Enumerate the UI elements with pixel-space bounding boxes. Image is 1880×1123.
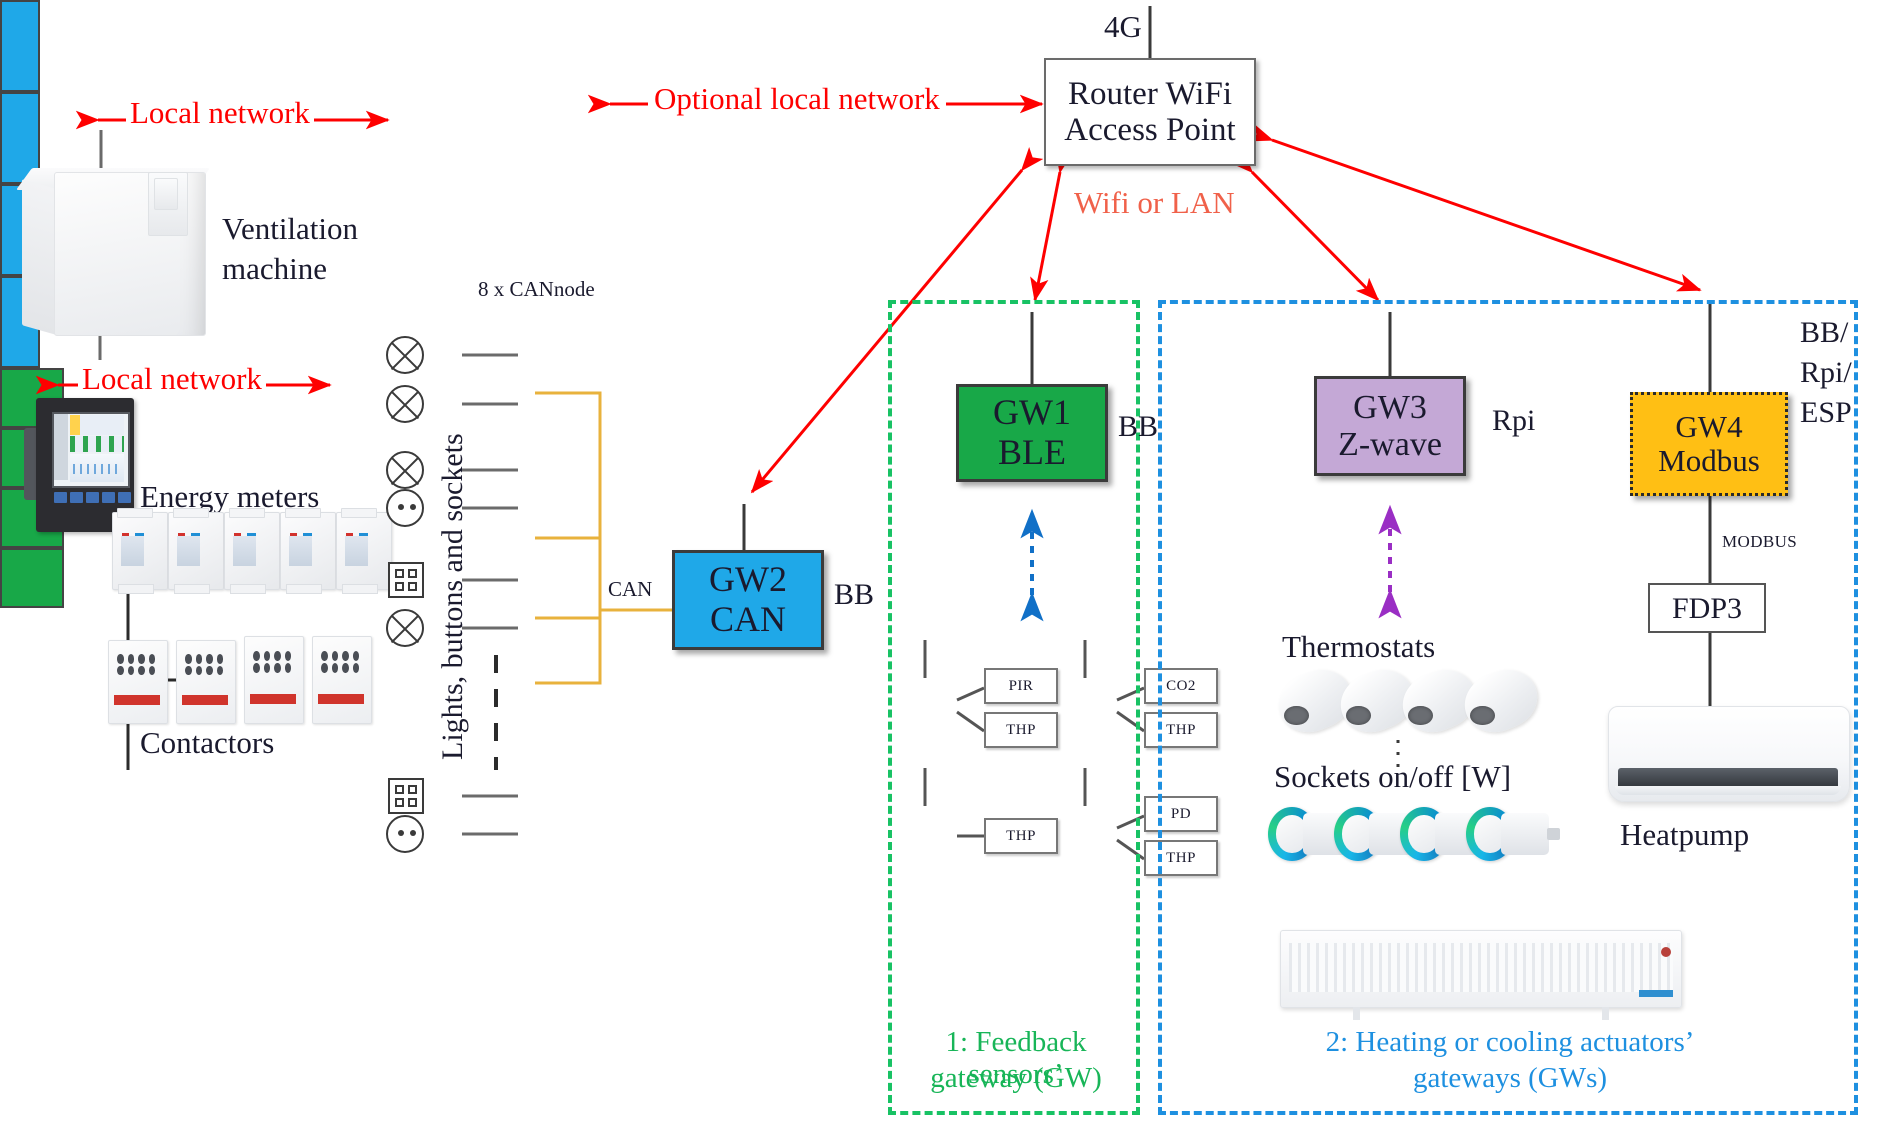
contactors-label: Contactors bbox=[140, 725, 275, 760]
gw1-label-line1: GW1 bbox=[993, 392, 1071, 433]
lamp-icon bbox=[386, 609, 424, 647]
gateway-gw1-ble[interactable]: GW1 BLE bbox=[956, 384, 1108, 482]
heatpump-label: Heatpump bbox=[1620, 817, 1750, 852]
gw2-label-line1: GW2 bbox=[709, 559, 787, 600]
modbus-bus-label: MODBUS bbox=[1722, 532, 1798, 551]
gw4-platform-line3: ESP bbox=[1800, 396, 1852, 429]
button-icon bbox=[388, 778, 424, 814]
button-icon bbox=[388, 562, 424, 598]
gw4-platform-line2: Rpi/ bbox=[1800, 356, 1852, 389]
cannode-count-label: 8 x CANnode bbox=[478, 277, 595, 301]
group1-caption-line2: gateway (GW) bbox=[930, 1062, 1102, 1094]
heatpump-image bbox=[1608, 706, 1850, 802]
gw4-platform-line1: BB/ bbox=[1800, 316, 1849, 349]
router-wifi-access-point[interactable]: Router WiFi Access Point bbox=[1044, 58, 1256, 166]
local-network-label-top: Local network bbox=[126, 95, 314, 131]
gw2-label-line2: CAN bbox=[709, 599, 786, 639]
diagram-canvas: 4G Router WiFi Access Point Optional loc… bbox=[0, 0, 1880, 1123]
gateway-gw2-can[interactable]: GW2 CAN bbox=[672, 550, 824, 650]
socket-icon bbox=[386, 489, 424, 527]
router-label-line1: Router WiFi bbox=[1068, 75, 1232, 112]
gw2-platform-label: BB bbox=[834, 578, 875, 611]
sensor-tag: THP bbox=[984, 818, 1058, 854]
can-bus-label: CAN bbox=[608, 577, 653, 601]
lamp-icon bbox=[386, 451, 424, 489]
lights-buttons-sockets-label: Lights, buttons and sockets bbox=[436, 433, 469, 760]
ble-sensor-node[interactable] bbox=[0, 548, 64, 608]
gw4-label-line2: Modbus bbox=[1658, 443, 1760, 478]
group2-caption-line2: gateways (GWs) bbox=[1412, 1062, 1608, 1094]
gateway-gw4-modbus[interactable]: GW4 Modbus bbox=[1630, 392, 1788, 496]
ventilation-label-line1: Ventilation bbox=[222, 211, 359, 246]
local-network-label-mid: Local network bbox=[78, 361, 266, 397]
thermostats-label: Thermostats bbox=[1282, 629, 1436, 664]
gw3-label-line1: GW3 bbox=[1353, 388, 1427, 426]
lamp-icon bbox=[386, 385, 424, 423]
wifi-or-lan-label: Wifi or LAN bbox=[1074, 185, 1235, 220]
socket-icon bbox=[386, 815, 424, 853]
optional-local-network-label: Optional local network bbox=[648, 81, 946, 117]
group2-caption-line1: 2: Heating or cooling actuators’ bbox=[1325, 1026, 1695, 1058]
ventilation-label-line2: machine bbox=[222, 251, 328, 286]
gw1-label-line2: BLE bbox=[998, 432, 1066, 472]
fdp3-module[interactable]: FDP3 bbox=[1648, 583, 1766, 633]
gateway-gw3-zwave[interactable]: GW3 Z-wave bbox=[1314, 376, 1466, 476]
lamp-icon bbox=[386, 336, 424, 374]
gw1-platform-label: BB bbox=[1118, 410, 1159, 443]
gw4-label-line1: GW4 bbox=[1675, 408, 1743, 444]
router-label-line2: Access Point bbox=[1064, 112, 1236, 148]
sensor-tag: THP bbox=[984, 712, 1058, 748]
cannode-module[interactable] bbox=[0, 0, 40, 92]
electric-radiator-image bbox=[1280, 930, 1682, 1020]
gw3-platform-label: Rpi bbox=[1492, 404, 1536, 437]
sensor-tag: PIR bbox=[984, 668, 1058, 704]
uplink-4g-label: 4G bbox=[1104, 9, 1142, 44]
gw3-label-line2: Z-wave bbox=[1338, 426, 1442, 463]
sockets-label: Sockets on/off [W] bbox=[1274, 759, 1512, 794]
